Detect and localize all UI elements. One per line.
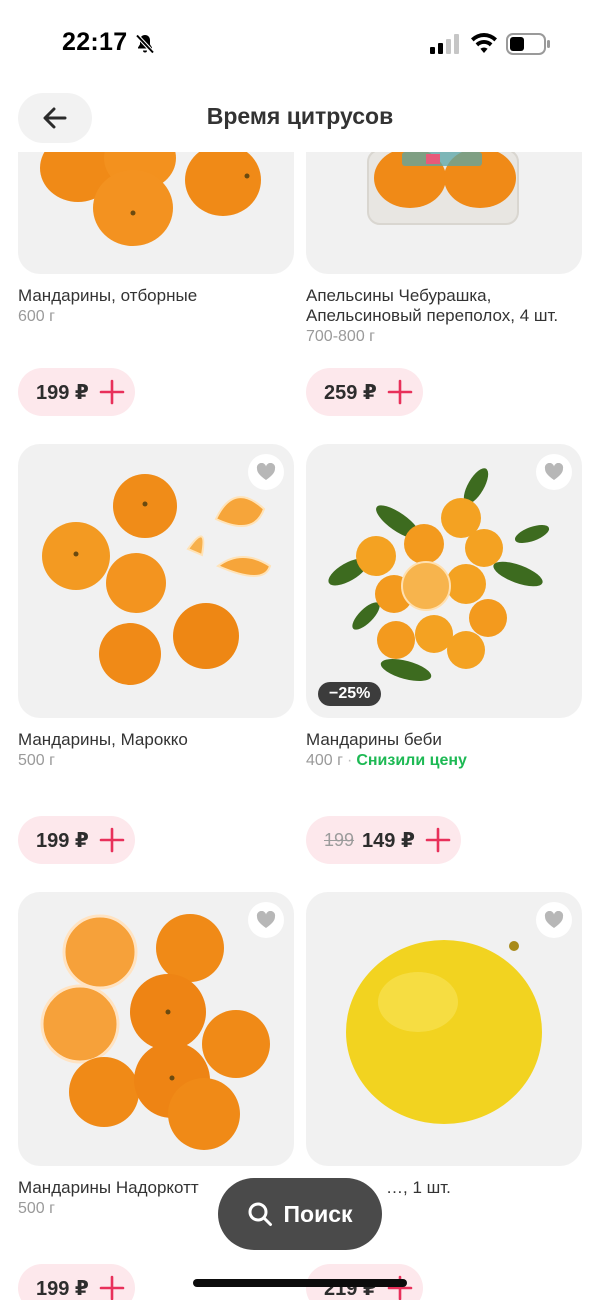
heart-icon: [544, 911, 564, 928]
discount-badge: −25%: [318, 682, 382, 706]
signal-icon: [430, 34, 459, 54]
price-add-button[interactable]: 199 149 ₽: [306, 816, 461, 864]
product-name: Мандарины беби: [306, 730, 442, 749]
status-time: 22:17: [62, 28, 128, 56]
search-button[interactable]: Поиск: [218, 1178, 382, 1250]
heart-icon: [256, 911, 276, 928]
favorite-button[interactable]: [248, 902, 284, 938]
battery-icon: [506, 33, 550, 55]
price-add-button[interactable]: 199 ₽: [18, 1264, 135, 1300]
price-add-button[interactable]: 199 ₽: [18, 368, 135, 416]
product-card[interactable]: Апельсины Чебурашка, Апельсиновый перепо…: [306, 152, 582, 346]
product-card[interactable]: …, 1 шт.: [306, 892, 582, 1200]
plus-icon: [99, 827, 125, 853]
price: 259 ₽: [324, 381, 377, 404]
search-icon: [248, 1202, 273, 1226]
price: 199 ₽: [36, 381, 89, 404]
tangerines-photo: [40, 152, 261, 246]
product-card[interactable]: Мандарины, отборные 600 г: [18, 152, 294, 326]
product-weight: 500 г: [18, 752, 55, 769]
tangerines-peeled-photo: [42, 474, 272, 685]
plus-icon: [425, 827, 451, 853]
boxed-oranges-photo: [367, 152, 519, 225]
product-card[interactable]: Мандарины Надоркотт 500 г: [18, 892, 294, 1218]
product-name: Апельсины Чебурашка, Апельсиновый перепо…: [306, 286, 559, 325]
plus-icon: [99, 379, 125, 405]
product-weight: 400 г: [306, 752, 343, 769]
search-label: Поиск: [283, 1200, 353, 1227]
product-image[interactable]: −25%: [306, 444, 582, 718]
status-bar: 22:17: [0, 0, 600, 90]
pomelo-photo: [346, 940, 542, 1124]
home-indicator[interactable]: [193, 1279, 407, 1287]
price: 199 ₽: [36, 1277, 89, 1300]
product-name: Мандарины, отборные: [18, 286, 198, 305]
favorite-button[interactable]: [248, 454, 284, 490]
product-grid: Мандарины, отборные 600 г 199 ₽ Апельсин…: [0, 152, 600, 1300]
price-add-button[interactable]: 199 ₽: [18, 816, 135, 864]
page-title: Время цитрусов: [206, 103, 394, 129]
wifi-icon: [471, 33, 497, 53]
product-image[interactable]: [18, 152, 294, 274]
header: Время цитрусов: [0, 90, 600, 152]
product-weight-row: 400 г · Снизили цену: [306, 752, 582, 770]
price-add-button[interactable]: 259 ₽: [306, 368, 423, 416]
favorite-button[interactable]: [536, 902, 572, 938]
product-weight: 600 г: [18, 308, 55, 325]
plus-icon: [99, 1275, 125, 1300]
separator-dot: ·: [346, 752, 353, 769]
price-drop-label: Снизили цену: [356, 752, 467, 769]
product-image[interactable]: [18, 444, 294, 718]
product-name: Мандарины, Марокко: [18, 730, 188, 749]
favorite-button[interactable]: [536, 454, 572, 490]
baby-tangerines-leaves-photo: [328, 468, 550, 681]
product-image[interactable]: [18, 892, 294, 1166]
bell-slash-icon: [135, 34, 155, 54]
price: 199 ₽: [36, 829, 89, 852]
product-weight: 700-800 г: [306, 328, 375, 345]
product-image[interactable]: [306, 152, 582, 274]
heart-icon: [256, 463, 276, 480]
product-card[interactable]: Мандарины, Марокко 500 г: [18, 444, 294, 770]
nadorcott-tangerines-photo: [40, 914, 270, 1150]
price: 149 ₽: [362, 829, 415, 852]
plus-icon: [387, 379, 413, 405]
product-image[interactable]: [306, 892, 582, 1166]
heart-icon: [544, 463, 564, 480]
old-price: 199: [324, 829, 355, 850]
product-card[interactable]: −25% Мандарины беби 400 г · Снизили цену: [306, 444, 582, 770]
